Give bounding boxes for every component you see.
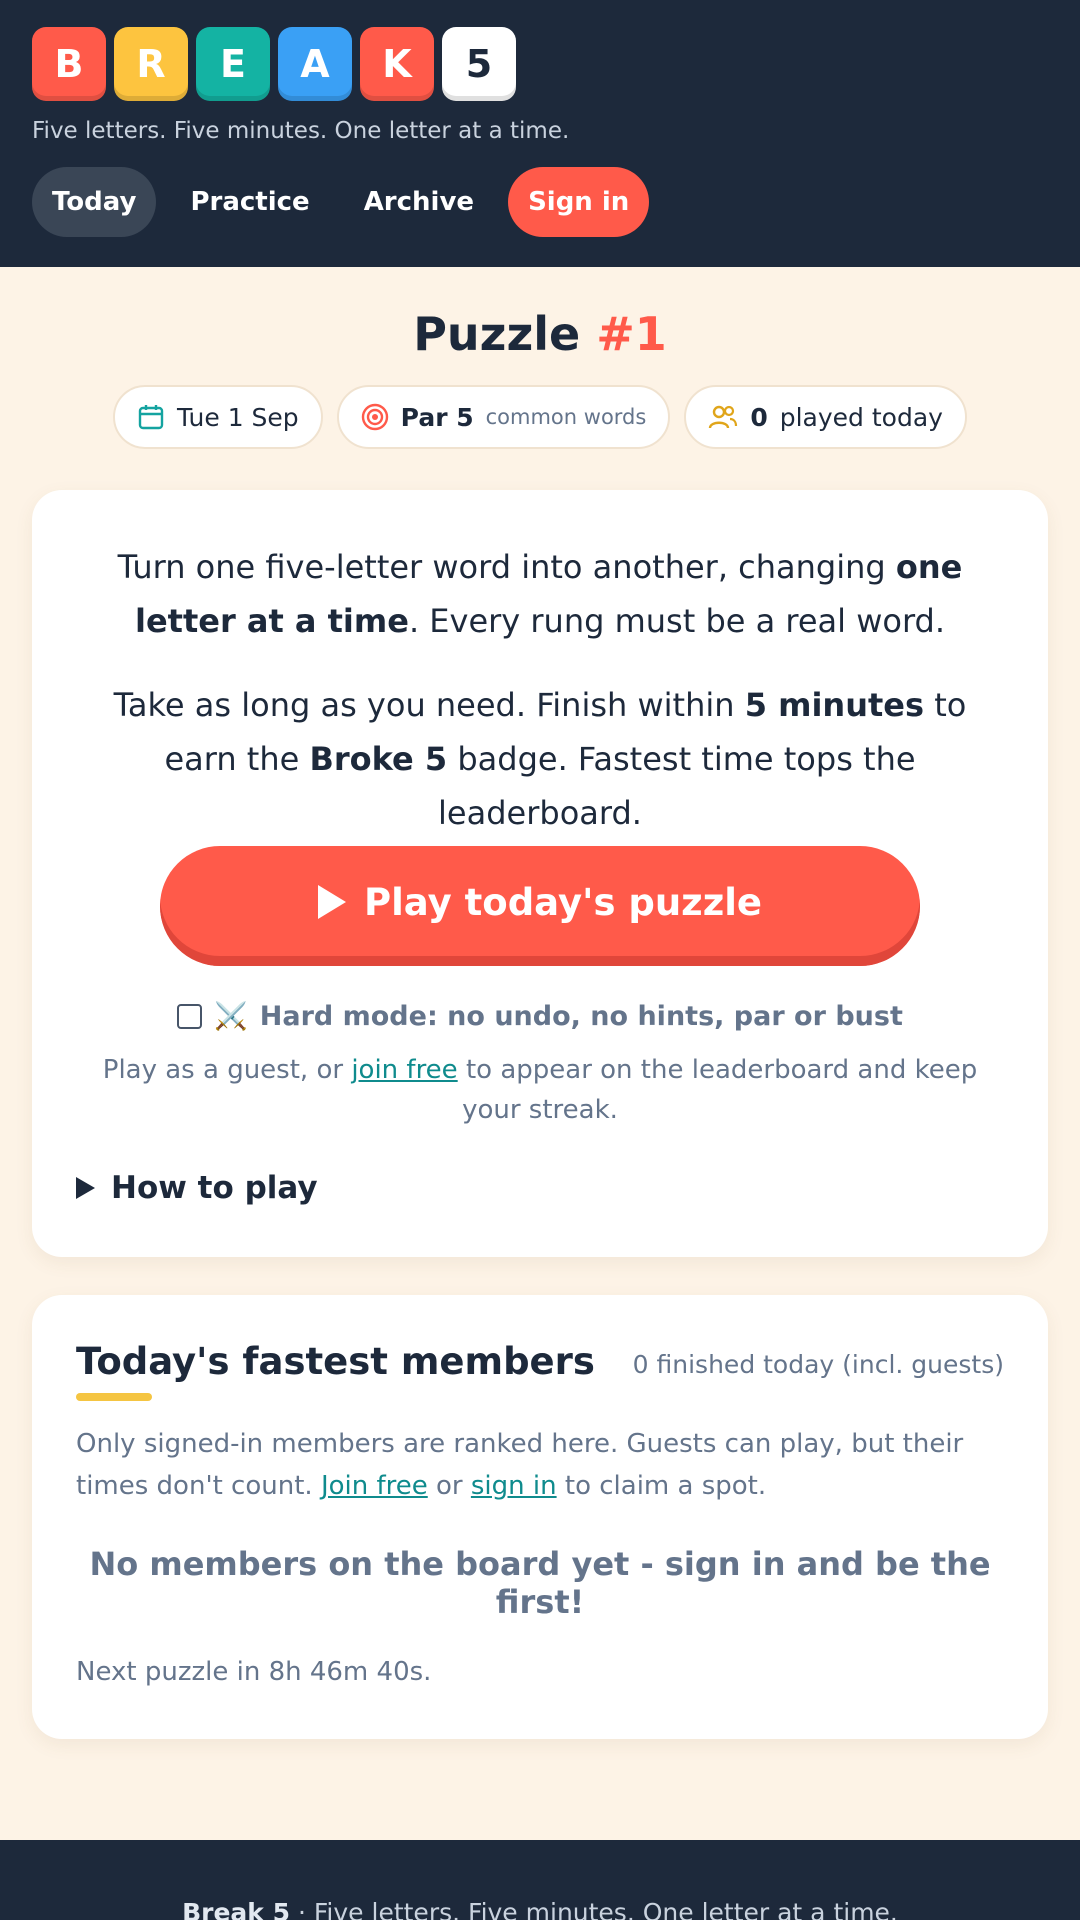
text: to claim a spot.: [556, 1471, 767, 1501]
instructions-rule: Turn one five-letter word into another, …: [94, 490, 986, 648]
guest-note: Play as a guest, or join free to appear …: [92, 1050, 988, 1130]
footer-text: · Five letters. Five minutes. One letter…: [290, 1898, 898, 1920]
play-button-label: Play today's puzzle: [363, 880, 763, 924]
date-chip: Tue 1 Sep: [113, 385, 323, 449]
logo-tile: B: [32, 27, 106, 101]
text: Play as a guest, or: [102, 1055, 352, 1085]
target-icon: [361, 403, 389, 431]
logo-tile: 5: [442, 27, 516, 101]
sign-in-link[interactable]: sign in: [471, 1471, 557, 1501]
users-icon: [708, 403, 738, 431]
caret-right-icon: [76, 1177, 95, 1199]
text: Turn one five-letter word into another, …: [117, 548, 896, 586]
info-chips: Tue 1 Sep Par 5 common words 0 played to…: [0, 385, 1080, 449]
logo-tile: E: [196, 27, 270, 101]
instructions: Turn one five-letter word into another, …: [94, 490, 986, 840]
text: Take as long as you need. Finish within: [113, 686, 745, 724]
par-value: Par 5: [400, 402, 474, 432]
played-count: 0: [750, 402, 768, 432]
puzzle-card: Turn one five-letter word into another, …: [32, 490, 1048, 1257]
how-to-play-toggle[interactable]: How to play: [76, 1170, 318, 1206]
play-puzzle-button[interactable]: Play today's puzzle: [160, 846, 920, 966]
par-caption: common words: [485, 405, 647, 429]
text-strong: Broke 5: [309, 740, 448, 778]
swords-icon: ⚔️: [214, 1001, 248, 1032]
main-nav: Today Practice Archive Sign in: [32, 167, 1048, 237]
leaderboard-note: Only signed-in members are ranked here. …: [76, 1423, 1004, 1507]
leaderboard-title-wrap: Today's fastest members: [76, 1340, 595, 1401]
leaderboard-card: Today's fastest members 0 finished today…: [32, 1295, 1048, 1739]
sign-in-button[interactable]: Sign in: [508, 167, 650, 237]
site-header: B R E A K 5 Five letters. Five minutes. …: [0, 0, 1080, 267]
logo-tile: K: [360, 27, 434, 101]
hard-mode-label: Hard mode: no undo, no hints, par or bus…: [259, 1000, 903, 1032]
nav-archive[interactable]: Archive: [344, 167, 494, 237]
site-footer: Break 5 · Five letters. Five minutes. On…: [0, 1840, 1080, 1920]
logo[interactable]: B R E A K 5: [32, 27, 1048, 101]
instructions-timing: Take as long as you need. Finish within …: [94, 678, 986, 840]
hard-mode-toggle[interactable]: ⚔️ Hard mode: no undo, no hints, par or …: [32, 1000, 1048, 1032]
calendar-icon: [137, 403, 165, 431]
logo-tile: A: [278, 27, 352, 101]
text: badge. Fastest time tops the leaderboard…: [438, 740, 916, 832]
page-title: Puzzle #1: [0, 307, 1080, 361]
join-free-link[interactable]: join free: [351, 1055, 457, 1085]
hard-mode-checkbox[interactable]: [177, 1003, 203, 1029]
par-chip: Par 5 common words: [336, 385, 671, 449]
title-prefix: Puzzle: [413, 307, 597, 361]
finished-count: 0 finished today (incl. guests): [632, 1350, 1004, 1379]
next-puzzle-countdown: Next puzzle in 8h 46m 40s.: [76, 1657, 432, 1687]
title-underline: [76, 1393, 152, 1401]
leaderboard-title: Today's fastest members: [76, 1340, 595, 1383]
leaderboard-empty: No members on the board yet - sign in an…: [89, 1545, 991, 1621]
how-to-play-label: How to play: [111, 1170, 318, 1206]
puzzle-number: #1: [596, 307, 667, 361]
nav-today[interactable]: Today: [32, 167, 157, 237]
footer-brand: Break 5: [182, 1898, 291, 1920]
date-text: Tue 1 Sep: [177, 402, 299, 432]
played-label: played today: [779, 402, 943, 432]
play-icon: [317, 885, 346, 919]
played-chip: 0 played today: [684, 385, 967, 449]
join-free-link[interactable]: Join free: [321, 1471, 428, 1501]
text: to appear on the leaderboard and keep yo…: [457, 1055, 978, 1125]
leaderboard-header: Today's fastest members 0 finished today…: [76, 1295, 1004, 1401]
nav-practice[interactable]: Practice: [170, 167, 329, 237]
text: . Every rung must be a real word.: [408, 602, 946, 640]
text: or: [427, 1471, 471, 1501]
logo-tile: R: [114, 27, 188, 101]
tagline: Five letters. Five minutes. One letter a…: [32, 118, 570, 144]
text-strong: 5 minutes: [744, 686, 925, 724]
